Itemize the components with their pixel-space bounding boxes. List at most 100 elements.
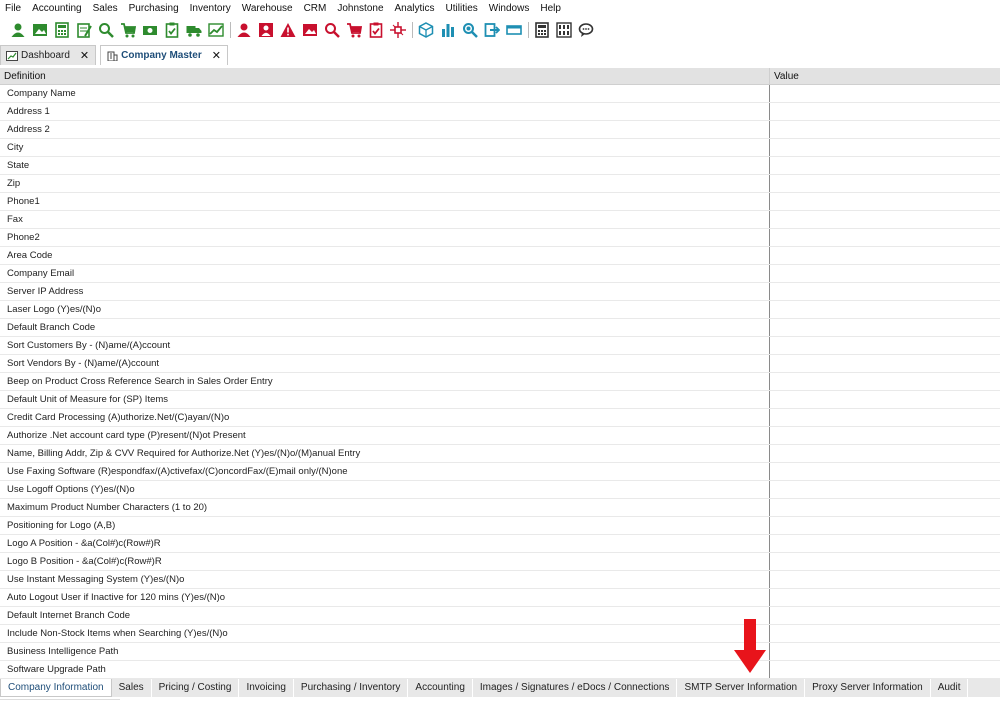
tab-company-master[interactable]: Company Master ✕ — [100, 45, 228, 65]
value-cell[interactable] — [770, 643, 1000, 660]
cart-icon[interactable] — [119, 21, 137, 39]
value-cell[interactable] — [770, 463, 1000, 480]
value-cell[interactable] — [770, 103, 1000, 120]
trend-chart-icon[interactable] — [207, 21, 225, 39]
table-row[interactable]: Use Instant Messaging System (Y)es/(N)o — [0, 571, 1000, 589]
value-cell[interactable] — [770, 373, 1000, 390]
menu-purchasing[interactable]: Purchasing — [124, 0, 185, 18]
menu-analytics[interactable]: Analytics — [390, 0, 441, 18]
table-row[interactable]: Use Faxing Software (R)espondfax/(A)ctiv… — [0, 463, 1000, 481]
value-cell[interactable] — [770, 175, 1000, 192]
menu-utilities[interactable]: Utilities — [441, 0, 484, 18]
window-icon[interactable] — [505, 21, 523, 39]
clipboard-check-icon[interactable] — [163, 21, 181, 39]
image-icon[interactable] — [31, 21, 49, 39]
cart-icon[interactable] — [345, 21, 363, 39]
value-cell[interactable] — [770, 517, 1000, 534]
table-row[interactable]: City — [0, 139, 1000, 157]
table-row[interactable]: Authorize .Net account card type (P)rese… — [0, 427, 1000, 445]
value-cell[interactable] — [770, 319, 1000, 336]
notepad-icon[interactable] — [75, 21, 93, 39]
magnify-icon[interactable] — [461, 21, 479, 39]
table-row[interactable]: Fax — [0, 211, 1000, 229]
search-icon[interactable] — [323, 21, 341, 39]
calculator-icon[interactable] — [53, 21, 71, 39]
value-cell[interactable] — [770, 193, 1000, 210]
value-cell[interactable] — [770, 247, 1000, 264]
value-cell[interactable] — [770, 121, 1000, 138]
menu-accounting[interactable]: Accounting — [27, 0, 87, 18]
value-cell[interactable] — [770, 85, 1000, 102]
table-row[interactable]: Auto Logout User if Inactive for 120 min… — [0, 589, 1000, 607]
tab-audit[interactable]: Audit — [930, 679, 969, 697]
tab-invoicing[interactable]: Invoicing — [239, 679, 294, 697]
table-row[interactable]: Server IP Address — [0, 283, 1000, 301]
value-cell[interactable] — [770, 157, 1000, 174]
user-icon[interactable] — [235, 21, 253, 39]
value-cell[interactable] — [770, 283, 1000, 300]
tab-accounting[interactable]: Accounting — [408, 679, 473, 697]
table-row[interactable]: Sort Vendors By - (N)ame/(A)ccount — [0, 355, 1000, 373]
value-cell[interactable] — [770, 553, 1000, 570]
menu-inventory[interactable]: Inventory — [185, 0, 237, 18]
table-row[interactable]: Default Internet Branch Code — [0, 607, 1000, 625]
value-cell[interactable] — [770, 499, 1000, 516]
table-row[interactable]: Logo B Position - &a(Col#)c(Row#)R — [0, 553, 1000, 571]
search-icon[interactable] — [97, 21, 115, 39]
table-row[interactable]: Use Logoff Options (Y)es/(N)o — [0, 481, 1000, 499]
close-icon[interactable]: ✕ — [212, 49, 221, 62]
value-cell[interactable] — [770, 409, 1000, 426]
menu-johnstone[interactable]: Johnstone — [332, 0, 389, 18]
tab-pricing-costing[interactable]: Pricing / Costing — [151, 679, 240, 697]
value-cell[interactable] — [770, 535, 1000, 552]
value-cell[interactable] — [770, 625, 1000, 642]
table-row[interactable]: Address 1 — [0, 103, 1000, 121]
value-cell[interactable] — [770, 355, 1000, 372]
close-icon[interactable]: ✕ — [80, 49, 89, 62]
clipboard-check-icon[interactable] — [367, 21, 385, 39]
table-row[interactable]: Credit Card Processing (A)uthorize.Net/(… — [0, 409, 1000, 427]
value-cell[interactable] — [770, 607, 1000, 624]
table-row[interactable]: Maximum Product Number Characters (1 to … — [0, 499, 1000, 517]
value-cell[interactable] — [770, 481, 1000, 498]
export-icon[interactable] — [483, 21, 501, 39]
tab-company-information[interactable]: Company Information — [0, 679, 112, 697]
table-row[interactable]: Business Intelligence Path — [0, 643, 1000, 661]
warning-icon[interactable] — [279, 21, 297, 39]
table-row[interactable]: Zip — [0, 175, 1000, 193]
value-cell[interactable] — [770, 661, 1000, 678]
tab-proxy-server-information[interactable]: Proxy Server Information — [805, 679, 931, 697]
value-cell[interactable] — [770, 211, 1000, 228]
table-row[interactable]: Phone1 — [0, 193, 1000, 211]
value-cell[interactable] — [770, 445, 1000, 462]
value-cell[interactable] — [770, 391, 1000, 408]
table-row[interactable]: Company Email — [0, 265, 1000, 283]
table-row[interactable]: Laser Logo (Y)es/(N)o — [0, 301, 1000, 319]
value-cell[interactable] — [770, 427, 1000, 444]
table-row[interactable]: Phone2 — [0, 229, 1000, 247]
tab-sales[interactable]: Sales — [111, 679, 152, 697]
table-row[interactable]: Area Code — [0, 247, 1000, 265]
menu-windows[interactable]: Windows — [484, 0, 536, 18]
abacus-icon[interactable] — [555, 21, 573, 39]
tab-smtp-server-information[interactable]: SMTP Server Information — [677, 679, 806, 697]
bar-chart-icon[interactable] — [439, 21, 457, 39]
cube-icon[interactable] — [417, 21, 435, 39]
image-icon[interactable] — [301, 21, 319, 39]
table-row[interactable]: Sort Customers By - (N)ame/(A)ccount — [0, 337, 1000, 355]
menu-file[interactable]: File — [0, 0, 27, 18]
money-icon[interactable] — [141, 21, 159, 39]
table-row[interactable]: Address 2 — [0, 121, 1000, 139]
value-cell[interactable] — [770, 139, 1000, 156]
tab-purchasing-inventory[interactable]: Purchasing / Inventory — [293, 679, 409, 697]
portrait-icon[interactable] — [257, 21, 275, 39]
value-cell[interactable] — [770, 301, 1000, 318]
chat-icon[interactable] — [577, 21, 595, 39]
value-cell[interactable] — [770, 337, 1000, 354]
value-cell[interactable] — [770, 229, 1000, 246]
table-row[interactable]: Positioning for Logo (A,B) — [0, 517, 1000, 535]
table-row[interactable]: Default Unit of Measure for (SP) Items — [0, 391, 1000, 409]
table-row[interactable]: Company Name — [0, 85, 1000, 103]
value-cell[interactable] — [770, 589, 1000, 606]
value-cell[interactable] — [770, 265, 1000, 282]
